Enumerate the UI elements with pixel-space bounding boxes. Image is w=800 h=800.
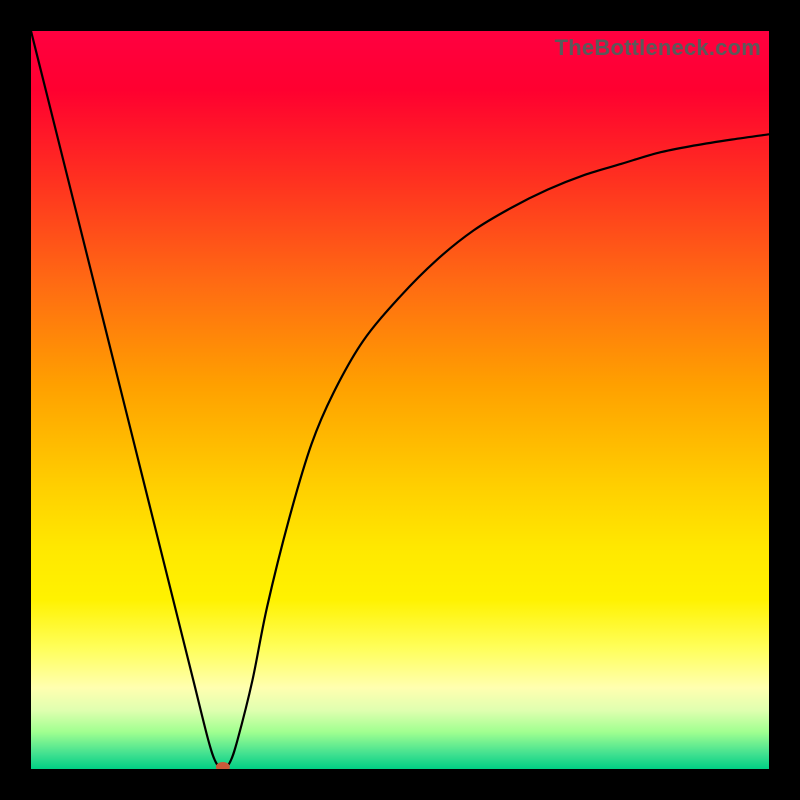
chart-frame: TheBottleneck.com <box>0 0 800 800</box>
bottleneck-curve <box>31 31 769 769</box>
optimum-marker <box>216 762 230 769</box>
plot-area: TheBottleneck.com <box>31 31 769 769</box>
